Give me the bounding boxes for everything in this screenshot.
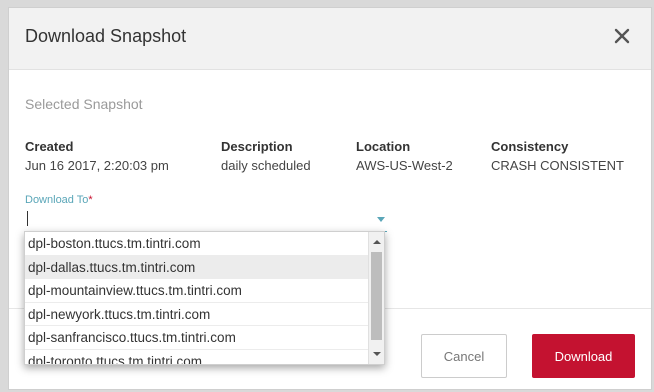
location-column: Location AWS-US-West-2: [356, 139, 453, 173]
dropdown-option[interactable]: dpl-mountainview.ttucs.tm.tintri.com: [25, 279, 368, 303]
close-icon: [614, 28, 630, 44]
download-to-label: Download To*: [25, 194, 93, 206]
text-cursor: [27, 211, 28, 226]
dropdown-scrollbar[interactable]: [368, 232, 384, 364]
description-column: Description daily scheduled: [221, 139, 311, 173]
chevron-down-icon[interactable]: [377, 217, 385, 222]
download-to-dropdown: dpl-boston.ttucs.tm.tintri.com dpl-dalla…: [24, 231, 385, 365]
created-value: Jun 16 2017, 2:20:03 pm: [25, 158, 169, 173]
created-column: Created Jun 16 2017, 2:20:03 pm: [25, 139, 169, 173]
consistency-value: CRASH CONSISTENT: [491, 158, 624, 173]
location-value: AWS-US-West-2: [356, 158, 453, 173]
scrollbar-thumb[interactable]: [371, 252, 382, 340]
consistency-label: Consistency: [491, 139, 569, 154]
download-to-select[interactable]: [25, 208, 387, 232]
consistency-column: Consistency CRASH CONSISTENT: [491, 139, 624, 173]
download-button[interactable]: Download: [532, 334, 635, 378]
dialog-header: Download Snapshot: [9, 8, 651, 70]
scroll-down-arrow-icon[interactable]: [373, 352, 381, 356]
dropdown-option[interactable]: dpl-boston.ttucs.tm.tintri.com: [25, 232, 368, 256]
description-value: daily scheduled: [221, 158, 311, 173]
download-to-label-text: Download To: [25, 194, 89, 206]
description-label: Description: [221, 139, 293, 154]
required-mark: *: [88, 194, 93, 206]
section-title: Selected Snapshot: [25, 96, 143, 112]
created-label: Created: [25, 139, 74, 154]
cancel-button[interactable]: Cancel: [421, 334, 507, 378]
dropdown-option[interactable]: dpl-dallas.ttucs.tm.tintri.com: [25, 255, 368, 279]
scroll-up-arrow-icon[interactable]: [373, 240, 381, 244]
dialog-title: Download Snapshot: [25, 26, 187, 46]
dropdown-option[interactable]: dpl-toronto.ttucs.tm.tintri.com: [25, 350, 368, 365]
dropdown-options: dpl-boston.ttucs.tm.tintri.com dpl-dalla…: [25, 232, 368, 365]
close-button[interactable]: [611, 25, 633, 47]
dropdown-option[interactable]: dpl-sanfrancisco.ttucs.tm.tintri.com: [25, 326, 368, 350]
dropdown-option[interactable]: dpl-newyork.ttucs.tm.tintri.com: [25, 303, 368, 326]
location-label: Location: [356, 139, 411, 154]
